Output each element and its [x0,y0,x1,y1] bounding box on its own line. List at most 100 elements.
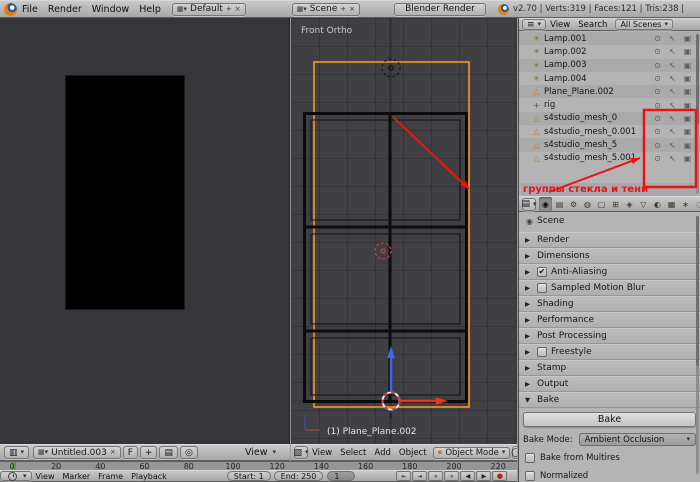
unlink-image-icon[interactable]: × [110,449,116,456]
option-checkbox[interactable] [525,470,535,481]
fake-user-button[interactable]: F [122,446,138,459]
render-engine-dropdown[interactable]: Blender Render [394,2,486,16]
outliner-menu-search[interactable]: Search [574,20,611,30]
select-icon[interactable]: ↖ [668,127,677,136]
manipulator-x-arrow[interactable] [399,397,448,405]
select-icon[interactable]: ↖ [668,114,677,123]
hide-icon[interactable]: ⊙ [653,74,662,83]
select-icon[interactable]: ↖ [668,74,677,83]
next-keyframe-button[interactable]: » [444,471,460,481]
editor-type-properties-icon[interactable]: ▤ ▾ [521,197,537,211]
select-icon[interactable]: ↖ [668,141,677,150]
jump-to-start-button[interactable]: ⇤ [396,471,412,481]
bake-button[interactable]: Bake [523,412,696,427]
tab-world-icon[interactable]: ◍ [581,197,594,211]
hide-icon[interactable]: ⊙ [653,101,662,110]
jump-to-end-button[interactable]: ⇥ [412,471,428,481]
topbar-menu-render[interactable]: Render [43,4,87,15]
tab-object-data-icon[interactable]: ▽ [637,197,650,211]
select-icon[interactable]: ↖ [668,47,677,56]
outliner-item-lamp-003[interactable]: ☀ Lamp.003 ⊙ ↖ ▣ [519,58,700,72]
hide-icon[interactable]: ⊙ [653,87,662,96]
tab-constraints-icon[interactable]: ⊞ [609,197,622,211]
select-icon[interactable]: ↖ [668,101,677,110]
viewport-shading-dropdown[interactable]: ◯▾ [511,446,517,459]
play-button[interactable]: ▶ [476,471,492,481]
topbar-menu-help[interactable]: Help [134,4,166,15]
option-checkbox[interactable] [525,452,535,463]
select-icon[interactable]: ↖ [668,34,677,43]
hide-icon[interactable]: ⊙ [653,34,662,43]
bake-mode-dropdown[interactable]: Ambient Occlusion ▾ [578,433,696,446]
outliner-item-lamp-001[interactable]: ☀ Lamp.001 ⊙ ↖ ▣ [519,32,700,46]
close-scene-icon[interactable]: × [349,5,355,13]
render-icon[interactable]: ▣ [683,101,692,110]
panel-bake[interactable]: ▼ Bake [519,392,700,408]
blender-logo-icon[interactable] [4,2,17,16]
render-icon[interactable]: ▣ [683,154,692,163]
add-layout-icon[interactable]: + [226,5,232,13]
render-icon[interactable]: ▣ [683,141,692,150]
tab-modifiers-icon[interactable]: ◈ [623,197,636,211]
tab-scene-icon[interactable]: ⚙ [567,197,580,211]
panel-checkbox[interactable] [537,283,547,293]
close-layout-icon[interactable]: × [235,5,241,13]
outliner-item-s4studio-mesh-0[interactable]: △ s4studio_mesh_0 ⊙ ↖ ▣ [519,111,700,126]
hide-icon[interactable]: ⊙ [653,114,662,123]
view3d-menu-add[interactable]: Add [370,448,394,458]
panel-sampled-motion-blur[interactable]: ▶ Sampled Motion Blur [519,280,700,296]
play-reverse-button[interactable]: ◀ [460,471,476,481]
mode-dropdown[interactable]: ▪ Object Mode ▾ [432,446,511,459]
hide-icon[interactable]: ⊙ [653,141,662,150]
scene-selector[interactable]: ▦▾ Scene + × [291,2,360,16]
editor-type-timeline-icon[interactable]: ▾ [0,471,32,481]
outliner-item-plane-plane-002[interactable]: △ Plane_Plane.002 ⊙ ↖ ▣ [519,85,700,99]
new-image-button[interactable]: + [139,446,158,459]
topbar-menu-file[interactable]: File [17,4,43,15]
panel-performance[interactable]: ▶ Performance [519,312,700,328]
panel-output[interactable]: ▶ Output [519,376,700,392]
outliner-item-s4studio-mesh-5[interactable]: △ s4studio_mesh_5 ⊙ ↖ ▣ [519,138,700,152]
tab-render-icon[interactable]: ◉ [539,197,552,211]
render-icon[interactable]: ▣ [683,74,692,83]
panel-checkbox[interactable] [537,347,547,357]
panel-dimensions[interactable]: ▶ Dimensions [519,248,700,264]
panel-stamp[interactable]: ▶ Stamp [519,360,700,376]
outliner-item-s4studio-mesh-5-001[interactable]: △ s4studio_mesh_5.001 ⊙ ↖ ▣ [519,152,700,165]
start-frame-field[interactable]: Start: 1 [226,471,271,481]
manipulator-z-arrow[interactable] [387,346,395,392]
properties-scrollbar[interactable] [696,216,699,474]
viewport-canvas[interactable]: Front Ortho (1) Plane_Plane.002 [291,18,517,444]
outliner-item-s4studio-mesh-0-001[interactable]: △ s4studio_mesh_0.001 ⊙ ↖ ▣ [519,125,700,138]
image-editor-canvas[interactable] [0,18,290,444]
outliner-item-lamp-002[interactable]: ☀ Lamp.002 ⊙ ↖ ▣ [519,45,700,58]
panel-post-processing[interactable]: ▶ Post Processing [519,328,700,344]
timeline-menu-view[interactable]: View [32,472,59,481]
browse-image-icon[interactable]: ▦▾ [38,449,48,456]
outliner-scrollbar[interactable] [696,34,699,194]
select-icon[interactable]: ↖ [668,154,677,163]
view3d-menu-object[interactable]: Object [395,448,431,458]
pin-icon[interactable]: ◎ [179,446,198,459]
hide-icon[interactable]: ⊙ [653,154,662,163]
hide-icon[interactable]: ⊙ [653,47,662,56]
outliner-item-lamp-004[interactable]: ☀ Lamp.004 ⊙ ↖ ▣ [519,72,700,85]
topbar-menu-window[interactable]: Window [87,4,134,15]
end-frame-field[interactable]: End: 250 [273,471,324,481]
screen-layout-selector[interactable]: ▦▾ Default + × [171,2,246,16]
prev-keyframe-button[interactable]: « [428,471,444,481]
render-icon[interactable]: ▣ [683,114,692,123]
panel-render[interactable]: ▶ Render [519,232,700,248]
render-icon[interactable]: ▣ [683,34,692,43]
hide-icon[interactable]: ⊙ [653,61,662,70]
editor-type-3dview-icon[interactable]: ▧ ▾ [293,446,309,459]
browse-scene-icon[interactable]: ▦▾ [297,5,307,13]
outliner-item-rig[interactable]: + rig ⊙ ↖ ▣ [519,98,700,111]
tab-physics-icon[interactable]: ◌ [693,197,700,211]
panel-shading[interactable]: ▶ Shading [519,296,700,312]
option-bake-from-multires[interactable]: Bake from Multires [523,451,696,464]
tab-material-icon[interactable]: ◐ [651,197,664,211]
tab-texture-icon[interactable]: ▦ [665,197,678,211]
add-scene-icon[interactable]: + [340,5,346,13]
render-icon[interactable]: ▣ [683,87,692,96]
